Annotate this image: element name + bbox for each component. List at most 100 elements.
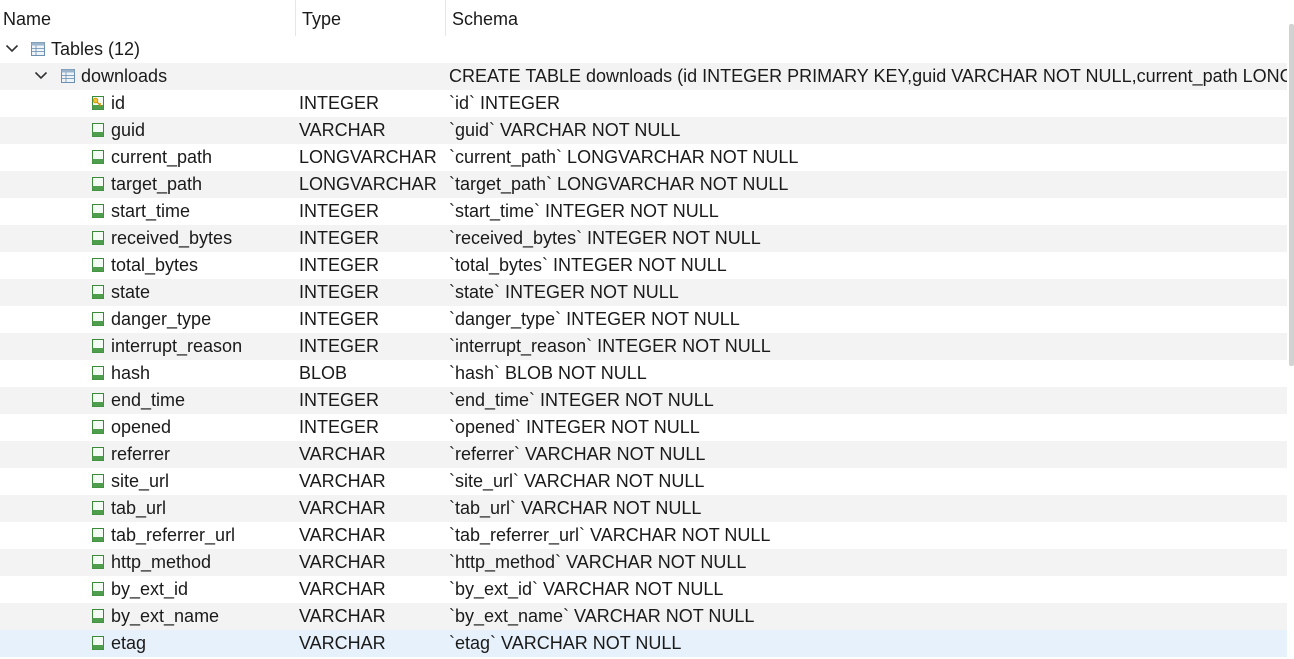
column-schema: `received_bytes` INTEGER NOT NULL (449, 228, 761, 248)
tree-node-column-by-ext-id[interactable]: by_ext_id VARCHAR `by_ext_id` VARCHAR NOT … (0, 576, 1287, 603)
column-icon (90, 176, 106, 192)
column-schema: `tab_referrer_url` VARCHAR NOT NULL (449, 525, 771, 545)
column-schema: `by_ext_id` VARCHAR NOT NULL (449, 579, 724, 599)
column-schema: `id` INTEGER (449, 93, 561, 113)
table-name: downloads (81, 66, 168, 86)
column-schema: `end_time` INTEGER NOT NULL (449, 390, 714, 410)
column-name: end_time (111, 390, 186, 410)
column-type: VARCHAR (299, 120, 386, 140)
tree-node-column-etag[interactable]: etag VARCHAR `etag` VARCHAR NOT NULL (0, 630, 1287, 657)
tree-node-column-target-path[interactable]: target_path LONGVARCHAR `target_path` LONG… (0, 171, 1287, 198)
column-icon (90, 446, 106, 462)
column-schema: `start_time` INTEGER NOT NULL (449, 201, 719, 221)
column-name: total_bytes (111, 255, 199, 275)
column-icon (90, 365, 106, 381)
column-schema: `http_method` VARCHAR NOT NULL (449, 552, 747, 572)
column-icon (90, 500, 106, 516)
column-icon (90, 257, 106, 273)
column-type: VARCHAR (299, 498, 386, 518)
header-separator[interactable] (445, 0, 446, 36)
column-icon (90, 419, 106, 435)
tree-node-column-guid[interactable]: guid VARCHAR `guid` VARCHAR NOT NULL (0, 117, 1287, 144)
column-name: current_path (111, 147, 213, 167)
tree-node-column-interrupt-reason[interactable]: interrupt_reason INTEGER `interrupt_reason… (0, 333, 1287, 360)
column-name: tab_referrer_url (111, 525, 236, 545)
column-schema: `total_bytes` INTEGER NOT NULL (449, 255, 727, 275)
column-icon (90, 230, 106, 246)
table-icon (30, 41, 46, 57)
header-separator[interactable] (295, 0, 296, 36)
column-type: BLOB (299, 363, 348, 383)
column-type: VARCHAR (299, 444, 386, 464)
column-icon (90, 635, 106, 651)
column-name: state (111, 282, 151, 302)
column-schema: `target_path` LONGVARCHAR NOT NULL (449, 174, 789, 194)
tree-node-tables[interactable]: Tables (12) (0, 36, 1287, 63)
tree-node-column-hash[interactable]: hash BLOB `hash` BLOB NOT NULL (0, 360, 1287, 387)
tree-node-column-start-time[interactable]: start_time INTEGER `start_time` INTEGER NO… (0, 198, 1287, 225)
tree-node-column-referrer[interactable]: referrer VARCHAR `referrer` VARCHAR NOT NU… (0, 441, 1287, 468)
column-type: INTEGER (299, 255, 380, 275)
column-schema: `etag` VARCHAR NOT NULL (449, 633, 682, 653)
tree-node-column-http-method[interactable]: http_method VARCHAR `http_method` VARCHAR … (0, 549, 1287, 576)
tree-node-column-received-bytes[interactable]: received_bytes INTEGER `received_bytes` IN… (0, 225, 1287, 252)
column-type: VARCHAR (299, 633, 386, 653)
column-type: LONGVARCHAR (299, 147, 437, 167)
column-icon (90, 608, 106, 624)
vertical-scrollbar[interactable] (1287, 0, 1294, 659)
tree-node-label: Tables (12) (51, 39, 141, 59)
tree-node-column-tab-referrer-url[interactable]: tab_referrer_url VARCHAR `tab_referrer_url… (0, 522, 1287, 549)
column-type: INTEGER (299, 93, 380, 113)
header-name[interactable]: Name (3, 0, 51, 36)
tree-node-column-id[interactable]: id INTEGER `id` INTEGER (0, 90, 1287, 117)
column-schema: `tab_url` VARCHAR NOT NULL (449, 498, 702, 518)
column-icon (90, 203, 106, 219)
column-type: LONGVARCHAR (299, 174, 437, 194)
tree-node-column-end-time[interactable]: end_time INTEGER `end_time` INTEGER NOT NU… (0, 387, 1287, 414)
column-type: INTEGER (299, 228, 380, 248)
column-schema: `interrupt_reason` INTEGER NOT NULL (449, 336, 771, 356)
tree-node-column-tab-url[interactable]: tab_url VARCHAR `tab_url` VARCHAR NOT NULL (0, 495, 1287, 522)
tree-node-column-opened[interactable]: opened INTEGER `opened` INTEGER NOT NULL (0, 414, 1287, 441)
tree-node-table-downloads[interactable]: downloads CREATE TABLE downloads (id INT… (0, 63, 1287, 90)
column-type: VARCHAR (299, 525, 386, 545)
column-schema: `site_url` VARCHAR NOT NULL (449, 471, 705, 491)
tree-node-column-danger-type[interactable]: danger_type INTEGER `danger_type` INTEGER … (0, 306, 1287, 333)
header-schema[interactable]: Schema (452, 0, 518, 36)
column-schema: `hash` BLOB NOT NULL (449, 363, 647, 383)
column-type: VARCHAR (299, 471, 386, 491)
column-name: http_method (111, 552, 212, 572)
column-icon (90, 284, 106, 300)
column-icon (90, 122, 106, 138)
column-name: referrer (111, 444, 171, 464)
column-name: received_bytes (111, 228, 233, 248)
column-schema: `opened` INTEGER NOT NULL (449, 417, 700, 437)
column-schema: `referrer` VARCHAR NOT NULL (449, 444, 706, 464)
column-schema: `state` INTEGER NOT NULL (449, 282, 679, 302)
table-schema: CREATE TABLE downloads (id INTEGER PRIMA… (449, 66, 1287, 86)
scrollbar-thumb[interactable] (1289, 24, 1294, 366)
column-name: target_path (111, 174, 203, 194)
column-icon (90, 554, 106, 570)
column-name: by_ext_name (111, 606, 220, 626)
column-name: etag (111, 633, 147, 653)
chevron-down-icon[interactable] (33, 63, 49, 90)
column-name: start_time (111, 201, 191, 221)
column-icon (90, 527, 106, 543)
tree-node-column-by-ext-name[interactable]: by_ext_name VARCHAR `by_ext_name` VARCHAR … (0, 603, 1287, 630)
primary-key-column-icon (90, 95, 106, 111)
column-icon (90, 149, 106, 165)
header-type[interactable]: Type (302, 0, 341, 36)
column-icon (90, 338, 106, 354)
tree-node-column-site-url[interactable]: site_url VARCHAR `site_url` VARCHAR NOT NU… (0, 468, 1287, 495)
column-type: VARCHAR (299, 579, 386, 599)
column-schema: `current_path` LONGVARCHAR NOT NULL (449, 147, 799, 167)
tree-node-column-current-path[interactable]: current_path LONGVARCHAR `current_path` LO… (0, 144, 1287, 171)
table-icon (60, 68, 76, 84)
column-type: VARCHAR (299, 606, 386, 626)
column-name: danger_type (111, 309, 212, 329)
column-icon (90, 311, 106, 327)
tree-node-column-state[interactable]: state INTEGER `state` INTEGER NOT NULL (0, 279, 1287, 306)
tree-node-column-total-bytes[interactable]: total_bytes INTEGER `total_bytes` INTEGER … (0, 252, 1287, 279)
chevron-down-icon[interactable] (4, 36, 20, 63)
